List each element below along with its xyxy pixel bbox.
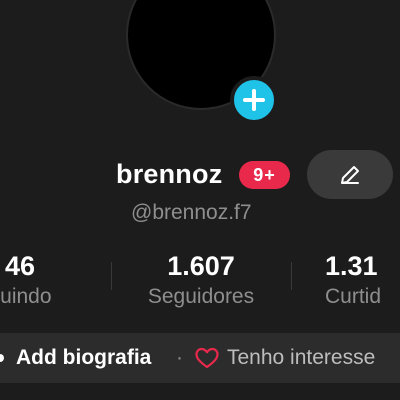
edit-profile-button[interactable] bbox=[307, 150, 393, 199]
stat-followers[interactable]: 1.607 Seguidores bbox=[131, 250, 271, 310]
pencil-icon bbox=[341, 165, 359, 184]
add-avatar-button[interactable] bbox=[230, 76, 278, 124]
stat-following-label: guindo bbox=[0, 285, 52, 308]
profile-page: brennoz 9+ @brennoz.f7 46 guindo 1.607 S… bbox=[0, 0, 400, 400]
plus-icon bbox=[243, 89, 265, 111]
stat-likes-value: 1.31 bbox=[325, 251, 378, 281]
profile-username: brennoz bbox=[116, 159, 223, 189]
stat-following-value: 46 bbox=[4, 251, 36, 281]
stat-divider bbox=[111, 262, 112, 290]
stat-followers-value: 1.607 bbox=[167, 251, 235, 281]
add-bio-button[interactable]: Add biografia bbox=[16, 345, 151, 371]
stat-divider bbox=[291, 262, 292, 290]
bio-separator: · bbox=[176, 346, 183, 369]
heart-icon[interactable] bbox=[194, 346, 220, 370]
notification-badge[interactable]: 9+ bbox=[239, 161, 290, 189]
interests-button[interactable]: Tenho interesse bbox=[227, 345, 375, 371]
stat-likes-label: Curtid bbox=[325, 285, 382, 308]
stat-followers-label: Seguidores bbox=[147, 285, 255, 308]
stat-following[interactable]: 46 guindo bbox=[0, 250, 80, 310]
profile-handle: @brennoz.f7 bbox=[131, 201, 252, 224]
stat-likes[interactable]: 1.31 Curtid bbox=[325, 250, 400, 310]
